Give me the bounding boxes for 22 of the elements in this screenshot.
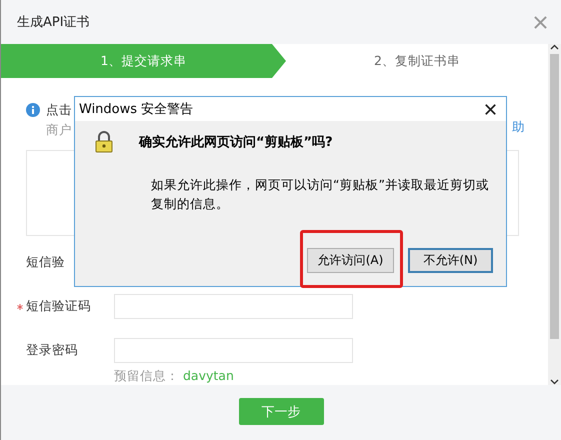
close-icon[interactable]: [485, 104, 496, 114]
deny-button[interactable]: 不允许(N): [408, 248, 493, 273]
input-field[interactable]: [114, 294, 353, 319]
alert-question: 确实允许此网页访问“剪贴板”吗?: [139, 134, 333, 151]
scroll-down-icon[interactable]: [550, 379, 559, 385]
field-label: 短信验: [26, 254, 65, 271]
help-link[interactable]: 助: [512, 119, 525, 136]
alert-message: 如果允许此操作，网页可以访问“剪贴板”并读取最近剪切或复制的信息。: [151, 176, 490, 213]
dialog-title: Windows 安全警告: [79, 101, 194, 118]
input-field[interactable]: [114, 338, 353, 363]
reserved-value: davytan: [183, 368, 234, 385]
modal-title: 生成API证书: [17, 14, 90, 31]
field-label: 登录密码: [26, 342, 78, 359]
notice-subtext: 商户: [46, 122, 72, 139]
scrollbar[interactable]: [548, 44, 561, 385]
scroll-up-icon[interactable]: [550, 44, 559, 50]
reserved-label: 预留信息：: [114, 368, 179, 385]
info-icon: [26, 103, 40, 117]
field-label: 短信验证码: [26, 298, 91, 315]
notice-text: 点击: [46, 102, 72, 119]
allow-button[interactable]: 允许访问(A): [307, 248, 394, 273]
lock-icon: [95, 131, 113, 153]
